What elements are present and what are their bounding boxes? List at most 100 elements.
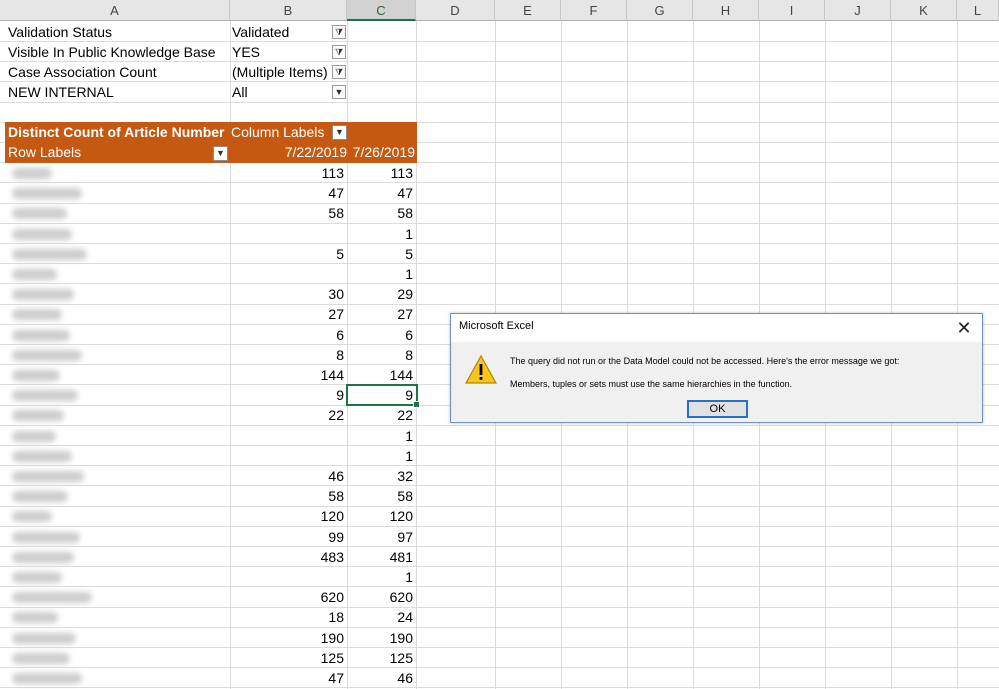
value-cell-7-22[interactable]: 47 — [275, 183, 347, 203]
column-header-a[interactable]: A — [0, 0, 230, 21]
value-cell-7-22[interactable]: 9 — [275, 385, 347, 405]
active-cell[interactable] — [346, 384, 418, 406]
filter-applied-icon[interactable]: ⧩ — [332, 65, 346, 79]
column-header-j[interactable]: J — [825, 0, 891, 21]
value-cell-7-26[interactable]: 190 — [347, 628, 416, 648]
redacted-row-label — [12, 673, 82, 684]
filter-label: Visible In Public Knowledge Base — [8, 44, 216, 60]
value-cell-7-22[interactable]: 190 — [275, 628, 347, 648]
value-cell-7-26[interactable]: 5 — [347, 244, 416, 264]
redacted-row-label — [12, 168, 52, 179]
column-labels-dropdown-icon[interactable]: ▼ — [332, 125, 347, 140]
value-cell-7-22[interactable]: 125 — [275, 648, 347, 668]
value-cell-7-22[interactable]: 18 — [275, 607, 347, 627]
value-cell-7-22[interactable]: 27 — [275, 304, 347, 324]
column-header-h[interactable]: H — [693, 0, 759, 21]
value-cell-7-26[interactable]: 47 — [347, 183, 416, 203]
value-cell-7-22[interactable]: 144 — [275, 365, 347, 385]
gridline-horizontal — [0, 506, 999, 507]
value-cell-7-22[interactable]: 120 — [275, 506, 347, 526]
value-cell-7-26[interactable]: 481 — [347, 547, 416, 567]
value-cell-7-22[interactable]: 58 — [275, 203, 347, 223]
value-cell-7-26[interactable]: 24 — [347, 607, 416, 627]
value-cell-7-22[interactable]: 99 — [275, 527, 347, 547]
value-cell-7-26[interactable]: 29 — [347, 284, 416, 304]
column-header-d[interactable]: D — [416, 0, 495, 21]
redacted-row-label — [12, 531, 80, 543]
row-labels-dropdown-icon[interactable]: ▼ — [213, 146, 228, 161]
column-header-g[interactable]: G — [627, 0, 693, 21]
column-header-i[interactable]: I — [759, 0, 825, 21]
value-cell-7-26[interactable]: 120 — [347, 506, 416, 526]
value-cell-7-22[interactable]: 113 — [275, 163, 347, 183]
column-header-l[interactable]: L — [957, 0, 999, 21]
filter-value: YES — [232, 44, 261, 60]
value-cell-7-22[interactable]: 30 — [275, 284, 347, 304]
filter-value: All — [232, 84, 248, 100]
value-cell-7-22[interactable]: 46 — [275, 466, 347, 486]
value-cell-7-26[interactable]: 125 — [347, 648, 416, 668]
warning-icon — [465, 355, 497, 384]
gridline-horizontal — [0, 283, 999, 284]
value-cell-7-22[interactable] — [275, 426, 347, 446]
filter-value: Validated — [232, 24, 290, 40]
value-cell-7-26[interactable]: 1 — [347, 264, 416, 284]
value-cell-7-22[interactable]: 5 — [275, 244, 347, 264]
dialog-detail: Members, tuples or sets must use the sam… — [510, 379, 793, 389]
gridline-horizontal — [0, 182, 999, 183]
filter-applied-icon[interactable]: ⧩ — [332, 45, 346, 59]
column-date-2: 7/26/2019 — [352, 144, 415, 160]
filter-value: (Multiple Items) — [232, 64, 328, 80]
column-header-f[interactable]: F — [561, 0, 627, 21]
value-cell-7-26[interactable]: 6 — [347, 325, 416, 345]
gridline-horizontal — [0, 566, 999, 567]
gridline-horizontal — [0, 445, 999, 446]
column-header-c[interactable]: C — [347, 0, 416, 21]
value-cell-7-22[interactable] — [275, 567, 347, 587]
value-cell-7-26[interactable]: 58 — [347, 203, 416, 223]
redacted-row-label — [12, 269, 57, 280]
value-cell-7-26[interactable]: 1 — [347, 567, 416, 587]
dropdown-arrow-icon[interactable]: ▼ — [332, 85, 346, 99]
value-cell-7-26[interactable]: 46 — [347, 668, 416, 688]
value-cell-7-22[interactable]: 483 — [275, 547, 347, 567]
value-cell-7-22[interactable]: 47 — [275, 668, 347, 688]
redacted-row-label — [12, 248, 87, 260]
value-cell-7-26[interactable]: 1 — [347, 426, 416, 446]
value-cell-7-22[interactable]: 620 — [275, 587, 347, 607]
value-cell-7-22[interactable]: 8 — [275, 345, 347, 365]
filter-applied-icon[interactable]: ⧩ — [332, 25, 346, 39]
column-header-k[interactable]: K — [891, 0, 957, 21]
value-cell-7-22[interactable]: 6 — [275, 325, 347, 345]
value-cell-7-26[interactable]: 22 — [347, 405, 416, 425]
redacted-row-label — [12, 188, 82, 200]
value-cell-7-22[interactable]: 58 — [275, 486, 347, 506]
redacted-row-label — [12, 450, 72, 462]
pivot-measure-header: Distinct Count of Article Number — [8, 124, 225, 140]
value-cell-7-26[interactable]: 27 — [347, 304, 416, 324]
column-header-b[interactable]: B — [230, 0, 347, 21]
gridline-horizontal — [0, 465, 999, 466]
value-cell-7-26[interactable]: 32 — [347, 466, 416, 486]
value-cell-7-26[interactable]: 97 — [347, 527, 416, 547]
value-cell-7-26[interactable]: 58 — [347, 486, 416, 506]
value-cell-7-26[interactable]: 620 — [347, 587, 416, 607]
ok-button[interactable]: OK — [687, 400, 748, 418]
close-icon[interactable]: ✕ — [954, 318, 974, 338]
value-cell-7-26[interactable]: 1 — [347, 446, 416, 466]
redacted-row-label — [12, 208, 67, 220]
redacted-row-label — [12, 471, 84, 482]
gridline-horizontal — [0, 546, 999, 547]
value-cell-7-22[interactable] — [275, 446, 347, 466]
value-cell-7-26[interactable]: 1 — [347, 224, 416, 244]
value-cell-7-22[interactable] — [275, 264, 347, 284]
value-cell-7-22[interactable] — [275, 224, 347, 244]
fill-handle[interactable] — [413, 401, 420, 408]
value-cell-7-26[interactable]: 113 — [347, 163, 416, 183]
column-header-e[interactable]: E — [495, 0, 561, 21]
gridline-horizontal — [0, 526, 999, 527]
value-cell-7-26[interactable]: 8 — [347, 345, 416, 365]
gridline-horizontal — [0, 203, 999, 204]
value-cell-7-22[interactable]: 22 — [275, 405, 347, 425]
value-cell-7-26[interactable]: 144 — [347, 365, 416, 385]
